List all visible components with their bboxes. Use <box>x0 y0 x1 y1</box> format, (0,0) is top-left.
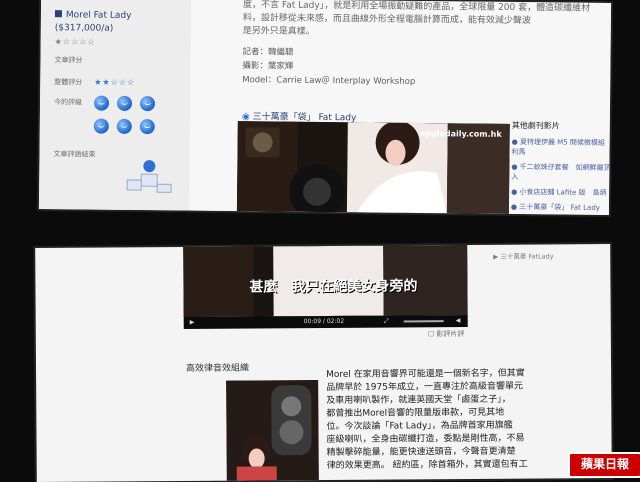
rating-stars: ★☆☆☆☆ <box>54 37 96 47</box>
smiley-face-icon[interactable] <box>116 95 133 111</box>
section-title: 高效律音效組織 <box>186 363 250 374</box>
writer-credit: 記者：韓繼聰 <box>242 47 294 58</box>
right-column-note[interactable]: ▶ 三十萬豪 FatLady <box>493 250 553 260</box>
overall-stars[interactable]: ★★☆☆☆ <box>94 78 135 87</box>
podium-icon <box>126 160 172 193</box>
smiley-face-icon[interactable] <box>139 96 156 112</box>
related-item[interactable]: ● 夏特理伊麗 M5 問候微模組利馬 <box>511 137 611 158</box>
video-player-bottom[interactable]: 甚麼 我只在絕美女身旁的 <box>183 244 468 317</box>
article-line: 律的效果更高。 紐約區，除首箱外，其實還包有工 <box>326 459 528 471</box>
smiley-face-icon[interactable] <box>93 118 109 134</box>
overall-label: 整體評分 <box>54 78 83 87</box>
volume-icon[interactable]: ◀ <box>456 317 461 324</box>
feedback-link[interactable]: ☐ 影評片評 <box>428 329 465 339</box>
browser-screen-top: Morel Fat Lady ($317,000/a) ★☆☆☆☆ 文章評分 整… <box>38 0 612 215</box>
emoticon-grid[interactable] <box>90 94 180 141</box>
article-text: Morel 在家用音響界可能還是一個新名字，但其實 品牌早於 1975年成立，一… <box>326 367 597 473</box>
video-subtitle: 甚麼 我只在絕美女身旁的 <box>249 278 418 296</box>
related-videos: 其他劇刊影片 ● 夏特理伊麗 M5 問候微模組利馬 ● 千二蚊珠仔套餐 如網鮮嚴… <box>511 120 611 215</box>
appledaily-logo: 蘋果日報 <box>568 452 640 478</box>
time-display: 00:09 / 02:02 <box>303 317 345 326</box>
fullscreen-icon[interactable]: ⤢ <box>384 318 389 326</box>
speaker-photo <box>226 380 319 481</box>
related-item[interactable]: ● 小食店店鋪 Lafite 版 島炳 <box>511 187 611 198</box>
related-item[interactable]: ● 三十萬豪「袋」 Fat Lady <box>511 202 611 213</box>
video-controls[interactable]: ▶ 00:09 / 02:02 ⤢ ◀ <box>183 314 468 329</box>
video-player[interactable]: appledaily.com.hk <box>236 121 510 214</box>
bullet-square-icon <box>54 10 62 18</box>
intro-paragraph-end: 是另外只是真樣。 <box>242 26 315 37</box>
watermark: appledaily.com.hk <box>419 128 502 139</box>
product-title: Morel Fat Lady ($317,000/a) <box>54 10 132 34</box>
smiley-face-icon[interactable] <box>139 119 155 135</box>
browser-screen-bottom: 甚麼 我只在絕美女身旁的 ▶ 00:09 / 02:02 ⤢ ◀ ☐ 影評片評 … <box>35 243 612 482</box>
left-sidebar: Morel Fat Lady ($317,000/a) ★☆☆☆☆ 文章評分 整… <box>38 0 193 211</box>
smiley-face-icon[interactable] <box>93 95 110 111</box>
volume-slider[interactable] <box>403 320 444 323</box>
article-main: 度，不言 Fat Lady」，就是利用全場振動疑難的產品，全球限量 200 套，… <box>188 0 612 215</box>
model-credit: Model：Carrie Law＠ Interplay Workshop <box>242 75 416 87</box>
related-heading: 其他劇刊影片 <box>511 120 560 131</box>
result-label: 文章評語結束 <box>53 150 96 159</box>
article-photo <box>226 380 319 481</box>
play-icon[interactable]: ▶ <box>190 319 195 326</box>
intro-paragraph: 度，不言 Fat Lady」，就是利用全場振動疑難的產品，全球限量 200 套，… <box>242 0 591 27</box>
smiley-face-icon[interactable] <box>116 118 132 134</box>
today-label: 今的評級 <box>53 98 83 107</box>
photo-credit: 攝影：葉家輝 <box>242 61 294 72</box>
section-rating-label: 文章評分 <box>54 56 83 65</box>
related-item[interactable]: ● 千二蚊珠仔套餐 如網鮮嚴頂入 <box>511 162 611 183</box>
